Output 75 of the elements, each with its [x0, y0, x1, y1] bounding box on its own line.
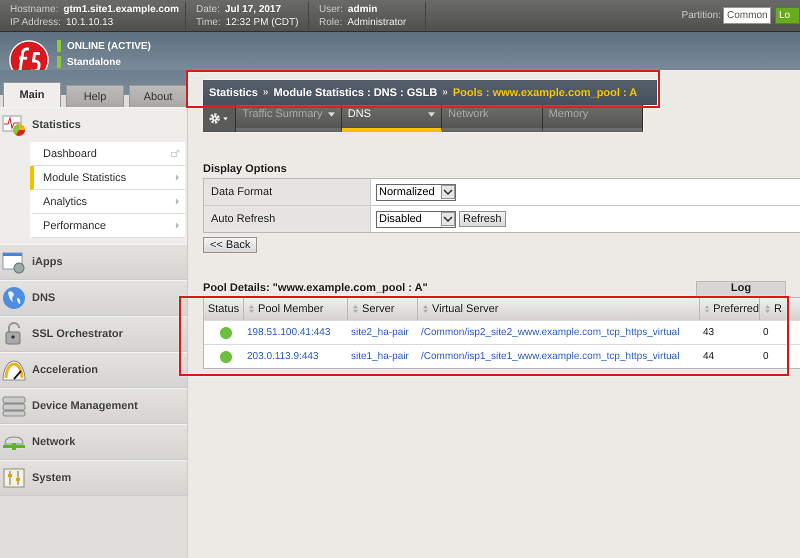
column-header[interactable]: Preferred: [700, 298, 760, 320]
section-heading: Display Options: [203, 163, 288, 175]
gauge-icon: [2, 358, 26, 382]
option-label: Auto Refresh: [204, 206, 371, 232]
breadcrumb-item[interactable]: Module Statistics : DNS : GSLB: [273, 86, 438, 98]
header-label: Time:: [196, 16, 221, 28]
breadcrumb-separator: »: [262, 87, 268, 98]
sidebar-section[interactable]: Device Management: [0, 388, 187, 424]
dropdown[interactable]: Normalized: [376, 184, 456, 200]
status-indicator: [57, 40, 61, 52]
sidebar-section[interactable]: Acceleration: [0, 352, 187, 388]
breadcrumb-separator: »: [442, 87, 448, 98]
back-button[interactable]: << Back: [203, 237, 258, 253]
submenu-item[interactable]: Performance: [30, 214, 185, 238]
column-header[interactable]: Server: [348, 298, 418, 320]
pool-member-link[interactable]: 198.51.100.41:443: [247, 327, 330, 338]
submenu-item[interactable]: Dashboard: [30, 142, 185, 166]
chevron-icon: [175, 222, 180, 229]
header-value: 12:32 PM (CDT): [226, 16, 298, 28]
header-value: Jul 17, 2017: [224, 4, 282, 14]
submenu-item[interactable]: Module Statistics: [30, 166, 185, 190]
window-gear-icon: [2, 250, 26, 274]
column-header[interactable]: Virtual Server: [418, 298, 700, 320]
server-link[interactable]: site2_ha-pair: [351, 327, 409, 338]
virtual-server-link[interactable]: /Common/isp2_site2_www.example.com_tcp_https_virtual: [421, 327, 680, 338]
status-indicator: [57, 56, 61, 68]
server-icon: [2, 394, 26, 418]
column-header[interactable]: Pool Member: [244, 298, 348, 320]
header-value: gtm1.site1.example.com: [63, 4, 179, 14]
table-cell: 43: [703, 327, 714, 338]
header-label: Hostname:: [10, 4, 58, 14]
pool-member-link[interactable]: 203.0.113.9:443: [247, 351, 319, 362]
server-link[interactable]: site1_ha-pair: [351, 351, 409, 362]
sidebar-tab[interactable]: Main: [3, 82, 61, 107]
header-label: Date:: [196, 4, 220, 14]
column-header[interactable]: R: [760, 298, 800, 320]
chart-icon: [2, 113, 26, 137]
sidebar-section[interactable]: Statistics: [0, 107, 187, 142]
column-header: Status: [204, 298, 244, 320]
table-cell: 0: [763, 327, 769, 338]
sidebar-tab[interactable]: About: [129, 85, 187, 107]
submenu-item[interactable]: Analytics: [30, 190, 185, 214]
chevron-icon: [175, 198, 180, 205]
settings-icon: [208, 112, 230, 125]
breadcrumb-item: Pools : www.example.com_pool : A: [452, 86, 638, 98]
sidebar-tab[interactable]: Help: [66, 85, 124, 107]
dropdown[interactable]: Disabled: [376, 210, 456, 228]
sidebar-section[interactable]: DNS: [0, 280, 187, 316]
header-label: User:: [319, 4, 343, 14]
header-label: IP Address:: [10, 16, 61, 28]
breadcrumb-item[interactable]: Statistics: [209, 86, 258, 98]
nav-tab[interactable]: DNS: [342, 105, 442, 132]
header-label: Role:: [319, 16, 342, 28]
sidebar-section[interactable]: SSL Orchestrator: [0, 316, 187, 352]
header-value: 10.1.10.13: [66, 16, 114, 28]
external-link-icon: [171, 150, 180, 157]
sidebar-section[interactable]: iApps: [0, 244, 187, 280]
chevron-icon: [175, 174, 180, 181]
virtual-server-link[interactable]: /Common/isp1_site1_www.example.com_tcp_https_virtual: [421, 351, 680, 362]
option-label: Data Format: [204, 179, 371, 205]
sliders-icon: [2, 466, 26, 490]
refresh-button[interactable]: Refresh: [459, 211, 506, 227]
status-text: Standalone: [67, 56, 121, 68]
globe-icon: [2, 286, 26, 310]
section-heading: Pool Details: "www.example.com_pool : A": [203, 282, 428, 296]
partition-field[interactable]: Common: [723, 7, 771, 24]
table-cell: 44: [703, 351, 714, 362]
sidebar-section[interactable]: System: [0, 460, 187, 496]
header-value: admin: [348, 4, 378, 14]
status-text: ONLINE (ACTIVE): [67, 40, 151, 52]
sidebar-section[interactable]: Network: [0, 424, 187, 460]
partition-label: Partition:: [682, 10, 721, 21]
column-group-header: Log: [696, 281, 786, 297]
table-cell: 0: [763, 351, 769, 362]
header-value: Administrator: [347, 16, 406, 28]
